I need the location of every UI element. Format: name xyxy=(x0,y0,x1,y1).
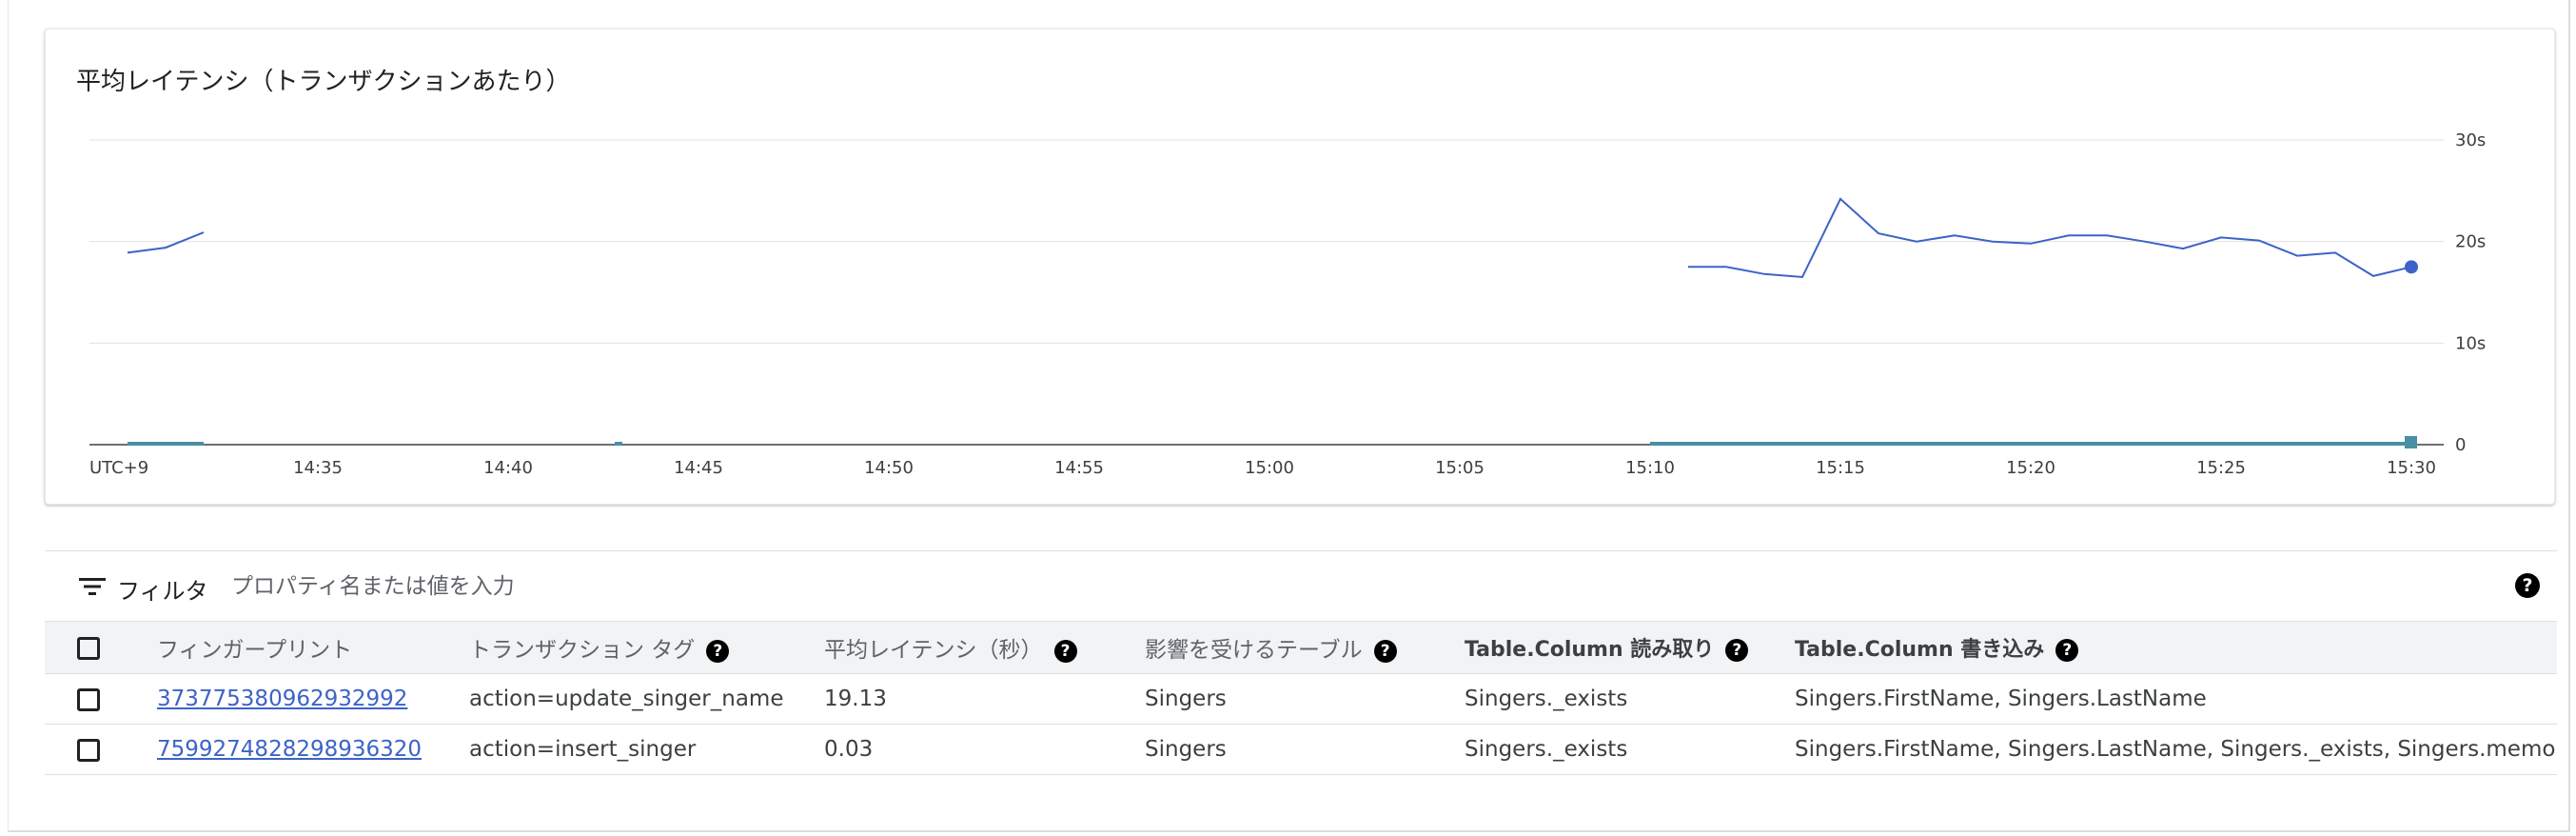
series-line xyxy=(127,231,205,254)
filter-bar: フィルタ ? xyxy=(45,550,2557,622)
fingerprint-cell: 373775380962932992 xyxy=(157,673,469,725)
help-icon[interactable]: ? xyxy=(1725,639,1749,662)
x-tick-label: 15:00 xyxy=(1245,458,1294,478)
x-tick-label: 15:15 xyxy=(1816,458,1865,478)
affected-tables-cell: Singers xyxy=(1145,673,1465,725)
header-column-writes[interactable]: Table.Column 書き込み? xyxy=(1795,621,2557,674)
fingerprint-link[interactable]: 373775380962932992 xyxy=(157,687,407,711)
fingerprint-cell: 7599274828298936320 xyxy=(157,724,469,775)
affected-tables-cell: Singers xyxy=(1145,724,1465,775)
row-select-cell xyxy=(45,673,157,725)
filter-list-icon[interactable] xyxy=(79,576,106,601)
column-writes-cell: Singers.FirstName, Singers.LastName xyxy=(1795,673,2557,725)
x-tick-label: 14:35 xyxy=(293,458,343,478)
latency-line-chart[interactable]: 0 10s 20s 30s UTC+9 14:35 14:40 14:45 14:50 14:55… xyxy=(46,30,2554,504)
select-all-checkbox[interactable] xyxy=(77,636,100,660)
last-point-marker xyxy=(2405,260,2418,274)
column-writes-cell: Singers.FirstName, Singers.LastName, Sin… xyxy=(1795,724,2557,775)
x-tick-label: 14:45 xyxy=(674,458,723,478)
table-row[interactable]: 7599274828298936320 action=insert_singer… xyxy=(45,724,2557,775)
x-tick-label: 14:50 xyxy=(864,458,914,478)
availability-bar xyxy=(128,442,204,446)
filter-input[interactable] xyxy=(229,567,1756,607)
help-icon[interactable]: ? xyxy=(2055,639,2079,662)
x-tick-label: 14:40 xyxy=(483,458,533,478)
series-line xyxy=(1688,197,2412,279)
row-checkbox[interactable] xyxy=(77,738,100,762)
row-select-cell xyxy=(45,724,157,775)
select-all-cell xyxy=(45,621,157,674)
y-tick-label: 0 xyxy=(2455,435,2466,455)
transactions-table: フィンガープリント トランザクション タグ? 平均レイテンシ（秒）? 影響を受け… xyxy=(45,621,2557,775)
filter-label: フィルタ xyxy=(117,578,208,605)
y-tick-label: 30s xyxy=(2455,130,2486,150)
header-fingerprint[interactable]: フィンガープリント xyxy=(157,621,469,674)
help-icon[interactable]: ? xyxy=(1053,639,1077,663)
avg-latency-cell: 19.13 xyxy=(824,673,1145,725)
table-row[interactable]: 373775380962932992 action=update_singer_… xyxy=(45,673,2557,725)
availability-marker xyxy=(2405,436,2417,448)
column-reads-cell: Singers._exists xyxy=(1465,724,1795,775)
table-header-row: フィンガープリント トランザクション タグ? 平均レイテンシ（秒）? 影響を受け… xyxy=(45,621,2557,674)
latency-chart-card: 平均レイテンシ（トランザクションあたり） 0 10s 20s 30s UTC+9 14:3… xyxy=(45,29,2555,505)
transaction-tag-cell: action=update_singer_name xyxy=(469,673,824,725)
x-tick-label: 15:30 xyxy=(2387,458,2436,478)
column-reads-cell: Singers._exists xyxy=(1465,673,1795,725)
y-tick-label: 10s xyxy=(2455,333,2486,353)
x-tick-label: 14:55 xyxy=(1054,458,1104,478)
row-checkbox[interactable] xyxy=(77,687,100,711)
avg-latency-cell: 0.03 xyxy=(824,724,1145,775)
transaction-tag-cell: action=insert_singer xyxy=(469,724,824,775)
help-icon[interactable]: ? xyxy=(1373,639,1397,663)
x-tick-label: 15:20 xyxy=(2006,458,2055,478)
transaction-insights-panel: 平均レイテンシ（トランザクションあたり） 0 10s 20s 30s UTC+9 14:3… xyxy=(8,0,2570,832)
help-icon[interactable]: ? xyxy=(2515,573,2540,598)
header-avg-latency[interactable]: 平均レイテンシ（秒）? xyxy=(824,621,1145,674)
x-tick-label: 15:05 xyxy=(1435,458,1485,478)
header-column-reads[interactable]: Table.Column 読み取り? xyxy=(1465,621,1795,674)
availability-bar xyxy=(1650,442,2411,446)
timezone-label: UTC+9 xyxy=(89,458,148,478)
header-transaction-tag[interactable]: トランザクション タグ? xyxy=(469,621,824,674)
x-tick-label: 15:25 xyxy=(2196,458,2246,478)
fingerprint-link[interactable]: 7599274828298936320 xyxy=(157,737,422,762)
help-icon[interactable]: ? xyxy=(706,639,730,663)
header-affected-tables[interactable]: 影響を受けるテーブル? xyxy=(1145,621,1465,674)
y-tick-label: 20s xyxy=(2455,232,2486,252)
availability-bar xyxy=(615,442,622,446)
x-tick-label: 15:10 xyxy=(1625,458,1675,478)
